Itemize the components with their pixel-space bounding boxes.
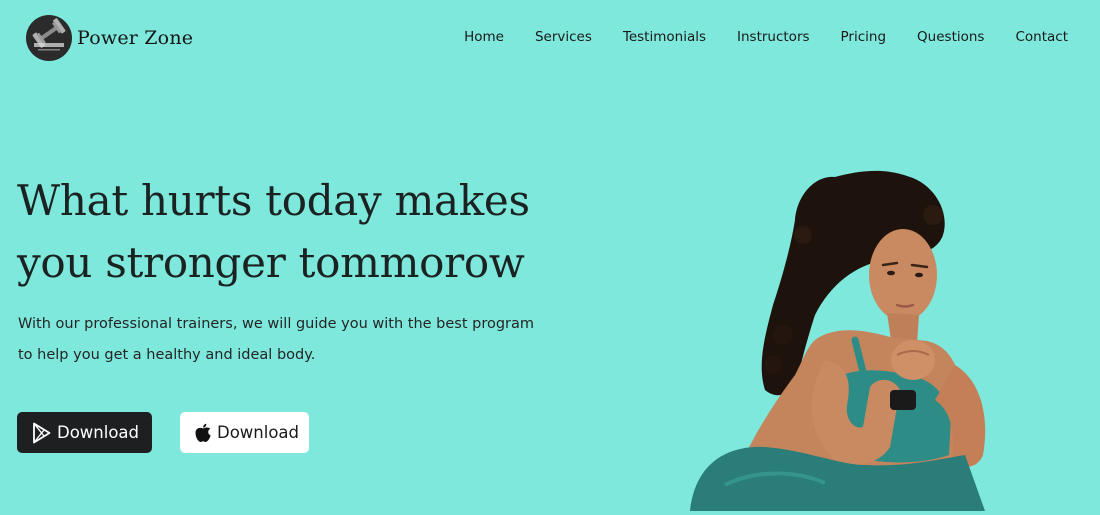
hero-subtitle: With our professional trainers, we will …: [18, 316, 535, 363]
google-play-download-label: Download: [57, 423, 140, 442]
apple-download-button[interactable]: Download: [180, 412, 309, 453]
site-header: Power Zone Home Services Testimonials In…: [0, 0, 1100, 76]
nav-pricing[interactable]: Pricing: [841, 29, 887, 45]
brand-logo[interactable]: Power Zone: [26, 15, 193, 61]
nav-services[interactable]: Services: [535, 29, 592, 45]
main-nav: Home Services Testimonials Instructors P…: [464, 29, 1068, 45]
nav-home[interactable]: Home: [464, 29, 504, 45]
dumbbell-icon: [26, 15, 72, 61]
brand-name: Power Zone: [77, 27, 194, 49]
athlete-photo: [665, 165, 1025, 511]
apple-icon: [194, 423, 212, 443]
google-play-download-button[interactable]: Download: [17, 412, 152, 453]
nav-testimonials[interactable]: Testimonials: [623, 29, 706, 45]
hero-title: What hurts today makes you stronger tomm…: [17, 176, 530, 287]
google-play-icon: [32, 422, 52, 444]
apple-download-label: Download: [217, 423, 300, 442]
nav-instructors[interactable]: Instructors: [737, 29, 810, 45]
nav-questions[interactable]: Questions: [917, 29, 984, 45]
nav-contact[interactable]: Contact: [1015, 29, 1068, 45]
